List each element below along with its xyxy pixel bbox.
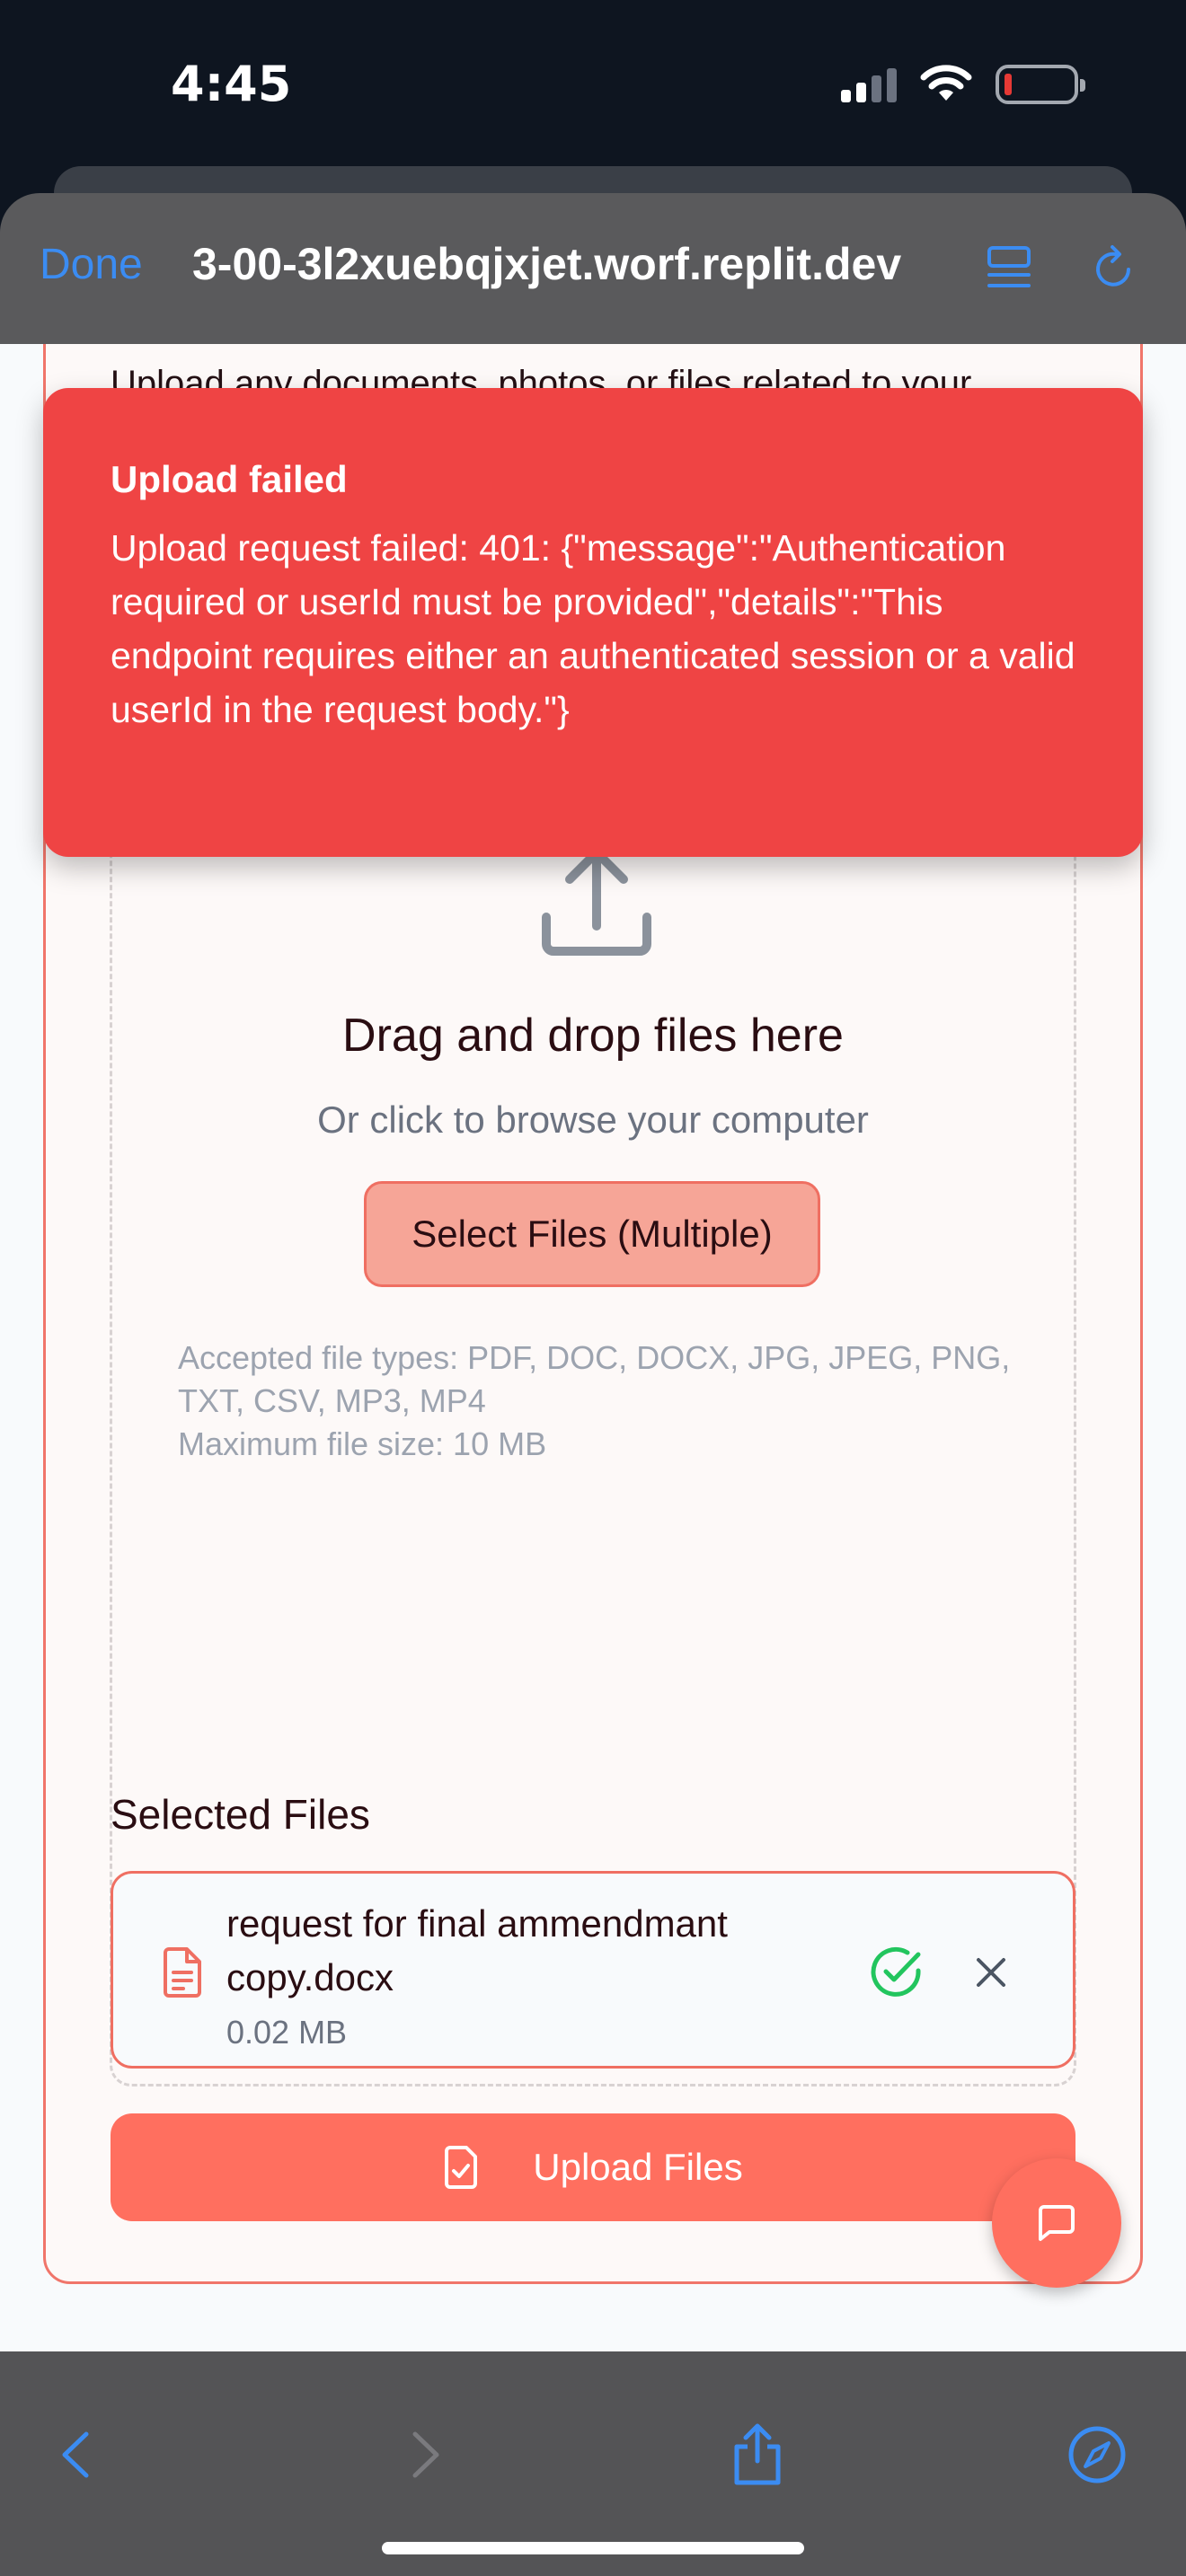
upload-files-label: Upload Files <box>533 2146 743 2188</box>
battery-icon <box>996 65 1085 104</box>
back-icon[interactable] <box>47 2423 110 2486</box>
dropzone-subtitle: Or click to browse your computer <box>317 1098 869 1141</box>
status-icons <box>841 65 1085 104</box>
selected-files-heading: Selected Files <box>111 1791 370 1838</box>
file-check-icon <box>445 2146 478 2189</box>
close-icon[interactable] <box>971 1953 1011 1992</box>
compass-icon[interactable] <box>1066 2423 1128 2486</box>
reload-icon[interactable] <box>1089 243 1139 293</box>
file-size: 0.02 MB <box>226 2014 348 2051</box>
file-name: request for final ammendmant copy.docx <box>226 1902 728 1998</box>
error-toast[interactable]: Upload failed Upload request failed: 401… <box>43 388 1143 857</box>
upload-icon <box>542 848 651 956</box>
status-bar: 4:45 <box>0 0 1186 171</box>
forward-icon[interactable] <box>392 2423 455 2486</box>
upload-files-button[interactable]: Upload Files <box>111 2113 1075 2221</box>
share-icon[interactable] <box>726 2423 789 2486</box>
done-button[interactable]: Done <box>40 240 143 289</box>
accepted-file-types: Accepted file types: PDF, DOC, DOCX, JPG… <box>178 1339 1011 1419</box>
dropzone-title: Drag and drop files here <box>342 1010 844 1062</box>
document-icon <box>164 1947 201 1998</box>
status-time: 4:45 <box>171 56 292 112</box>
select-files-button[interactable]: Select Files (Multiple) <box>364 1181 820 1287</box>
url-display[interactable]: 3-00-3l2xuebqjxjet.worf.replit.dev <box>192 238 901 290</box>
chat-button[interactable] <box>992 2158 1121 2288</box>
toast-message: Upload request failed: 401: {"message":"… <box>111 527 1075 730</box>
wifi-icon <box>920 65 972 101</box>
toast-title: Upload failed <box>111 458 348 500</box>
reader-mode-icon[interactable] <box>984 243 1034 293</box>
check-circle-icon <box>871 1946 921 1997</box>
browser-toolbar <box>0 2351 1186 2576</box>
max-file-size: Maximum file size: 10 MB <box>178 1425 547 1462</box>
chat-icon <box>1039 2205 1075 2241</box>
browser-header: Done 3-00-3l2xuebqjxjet.worf.replit.dev <box>0 193 1186 344</box>
file-list-item: request for final ammendmant copy.docx 0… <box>111 1871 1075 2069</box>
cellular-signal-icon <box>841 66 897 102</box>
home-indicator <box>382 2542 804 2554</box>
file-requirements: Accepted file types: PDF, DOC, DOCX, JPG… <box>178 1337 1022 1466</box>
